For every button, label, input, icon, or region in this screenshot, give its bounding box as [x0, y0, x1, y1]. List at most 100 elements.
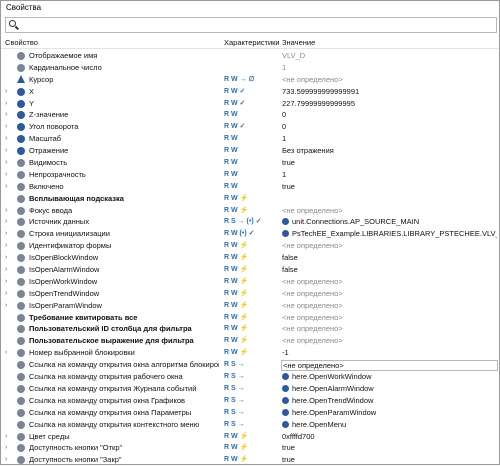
expand-chevron-icon[interactable]: › — [5, 216, 11, 228]
property-row[interactable]: › Доступность кнопки "Закр" R W ⚡ true — [1, 454, 499, 466]
property-row[interactable]: › Непрозрачность R W 1 — [1, 169, 499, 181]
property-row[interactable]: › Фокус ввода R W ⚡ <не определено> — [1, 205, 499, 217]
property-row[interactable]: Курсор R W → ∅ <не определено> — [1, 74, 499, 86]
expand-chevron-icon[interactable]: › — [5, 288, 11, 300]
expand-chevron-icon[interactable]: › — [5, 157, 11, 169]
property-value[interactable]: false — [282, 264, 497, 276]
property-row[interactable]: Ссылка на команду открытия рабочего окна… — [1, 371, 499, 383]
property-value[interactable]: <не определено> — [282, 335, 497, 347]
expand-chevron-icon[interactable]: › — [5, 431, 11, 443]
property-name: IsOpenAlarmWindow — [29, 265, 100, 275]
header-property[interactable]: Свойство — [5, 37, 38, 48]
expand-chevron-icon[interactable]: › — [5, 264, 11, 276]
expand-chevron-icon[interactable]: › — [5, 145, 11, 157]
header-value[interactable]: Значение — [282, 37, 315, 48]
property-row[interactable]: Кардинальное число 1 — [1, 62, 499, 74]
property-row[interactable]: › Доступность кнопки "Откр" R W ⚡ true — [1, 442, 499, 454]
property-value[interactable]: here.OpenAlarmWindow — [282, 383, 497, 395]
property-row[interactable]: › Номер выбранной блокировки R W ⚡ -1 — [1, 347, 499, 359]
property-value[interactable]: <не определено> — [282, 300, 497, 312]
property-value[interactable]: PsTechEE_Example.LIBRARIES.LIBRARY_PSTEC… — [282, 228, 497, 240]
expand-chevron-icon[interactable]: › — [5, 300, 11, 312]
property-value[interactable]: 1 — [282, 133, 497, 145]
property-value[interactable]: here.OpenWorkWindow — [282, 371, 497, 383]
header-characteristics[interactable]: Характеристики — [224, 37, 280, 48]
expand-chevron-icon[interactable]: › — [5, 442, 11, 454]
expand-chevron-icon[interactable]: › — [5, 98, 11, 110]
property-row[interactable]: › Цвет среды R W ⚡ 0xffffd700 — [1, 431, 499, 443]
property-value[interactable]: <не определено> — [282, 276, 497, 288]
property-value[interactable]: VLV_D — [282, 50, 497, 62]
property-row[interactable]: › Масштаб R W 1 — [1, 133, 499, 145]
property-value[interactable]: 227.79999999999995 — [282, 98, 497, 110]
property-row[interactable]: › Видимость R W true — [1, 157, 499, 169]
property-value[interactable]: <не определено> — [281, 360, 498, 372]
property-value[interactable]: 0 — [282, 109, 497, 121]
expand-chevron-icon[interactable]: › — [5, 121, 11, 133]
expand-chevron-icon[interactable]: › — [5, 169, 11, 181]
property-row[interactable]: › Идентификатор формы R W ⚡ <не определено> — [1, 240, 499, 252]
property-value[interactable]: true — [282, 157, 497, 169]
property-value[interactable]: <не определено> — [282, 205, 497, 217]
property-row[interactable]: Требование квитировать все R W ⚡ <не опред… — [1, 312, 499, 324]
property-row[interactable]: › X R W ✓ 733.599999999999991 — [1, 86, 499, 98]
property-value[interactable]: here.OpenMenu — [282, 419, 497, 431]
property-value[interactable]: 1 — [282, 169, 497, 181]
property-value[interactable]: <не определено> — [282, 74, 497, 86]
property-value[interactable]: true — [282, 442, 497, 454]
property-row[interactable]: › IsOpenParamWindow R W ⚡ <не определено> — [1, 300, 499, 312]
expand-chevron-icon[interactable]: › — [5, 133, 11, 145]
property-row[interactable]: › IsOpenWorkWindow R W ⚡ <не определено> — [1, 276, 499, 288]
property-value[interactable]: <не определено> — [282, 312, 497, 324]
property-value[interactable]: 733.599999999999991 — [282, 86, 497, 98]
search-input[interactable] — [20, 19, 490, 30]
property-row[interactable]: Ссылка на команду открытия окна алгоритм… — [1, 359, 499, 372]
property-row[interactable]: Ссылка на команду открытия контекстного … — [1, 419, 499, 431]
property-value[interactable]: 0 — [282, 121, 497, 133]
search-box[interactable] — [5, 17, 497, 33]
property-row[interactable]: › Z-значение R W 0 — [1, 109, 499, 121]
expand-chevron-icon[interactable]: › — [5, 109, 11, 121]
property-value[interactable]: unit.Connections.AP_SOURCE_MAIN — [282, 216, 497, 228]
property-row[interactable]: › Строка инициализации R W (•) ✓ PsTechEE_E… — [1, 228, 499, 240]
expand-chevron-icon[interactable]: › — [5, 240, 11, 252]
expand-chevron-icon[interactable]: › — [5, 276, 11, 288]
property-value[interactable]: <не определено> — [282, 323, 497, 335]
expand-chevron-icon[interactable]: › — [5, 347, 11, 359]
property-value[interactable]: 0xffffd700 — [282, 431, 497, 443]
property-value[interactable]: Без отражения — [282, 145, 497, 157]
property-row[interactable]: › Отражение R W Без отражения — [1, 145, 499, 157]
property-value[interactable]: <не определено> — [282, 288, 497, 300]
property-row[interactable]: Ссылка на команду открытия Журнала событ… — [1, 383, 499, 395]
property-name: Номер выбранной блокировки — [29, 348, 135, 358]
property-row[interactable]: › Включено R W true — [1, 181, 499, 193]
expand-chevron-icon[interactable]: › — [5, 181, 11, 193]
property-value[interactable]: 1 — [282, 62, 497, 74]
property-row[interactable]: › IsOpenBlockWindow R W ⚡ false — [1, 252, 499, 264]
expand-chevron-icon[interactable]: › — [5, 86, 11, 98]
property-row[interactable]: › IsOpenAlarmWindow R W ⚡ false — [1, 264, 499, 276]
property-icon — [17, 444, 25, 453]
property-value[interactable]: here.OpenParamWindow — [282, 407, 497, 419]
property-value[interactable]: -1 — [282, 347, 497, 359]
property-value[interactable]: true — [282, 454, 497, 466]
property-row[interactable]: › Y R W ✓ 227.79999999999995 — [1, 98, 499, 110]
property-value[interactable]: false — [282, 252, 497, 264]
property-row[interactable]: Ссылка на команду открытия окна Параметр… — [1, 407, 499, 419]
property-row[interactable]: Ссылка на команду открытия окна Графиков… — [1, 395, 499, 407]
expand-chevron-icon[interactable]: › — [5, 228, 11, 240]
property-row[interactable]: › Источник данных R S → (•) ✓ unit.Connecti… — [1, 216, 499, 228]
property-row[interactable]: Пользовательское выражение для фильтра R … — [1, 335, 499, 347]
property-row[interactable]: Отображаемое имя VLV_D — [1, 50, 499, 62]
property-row[interactable]: › Угол поворота R W ✓ 0 — [1, 121, 499, 133]
property-row[interactable]: › IsOpenTrendWindow R W ⚡ <не определено> — [1, 288, 499, 300]
expand-chevron-icon[interactable]: › — [5, 252, 11, 264]
expand-chevron-icon[interactable]: › — [5, 205, 11, 217]
property-value-text: VLV_D — [282, 51, 306, 60]
property-value[interactable]: true — [282, 181, 497, 193]
property-value[interactable]: <не определено> — [282, 240, 497, 252]
property-value[interactable]: here.OpenTrendWindow — [282, 395, 497, 407]
property-row[interactable]: Всплывающая подсказка R W ⚡ — [1, 193, 499, 205]
property-row[interactable]: Пользовательский ID столбца для фильтра R… — [1, 323, 499, 335]
expand-chevron-icon[interactable]: › — [5, 454, 11, 466]
